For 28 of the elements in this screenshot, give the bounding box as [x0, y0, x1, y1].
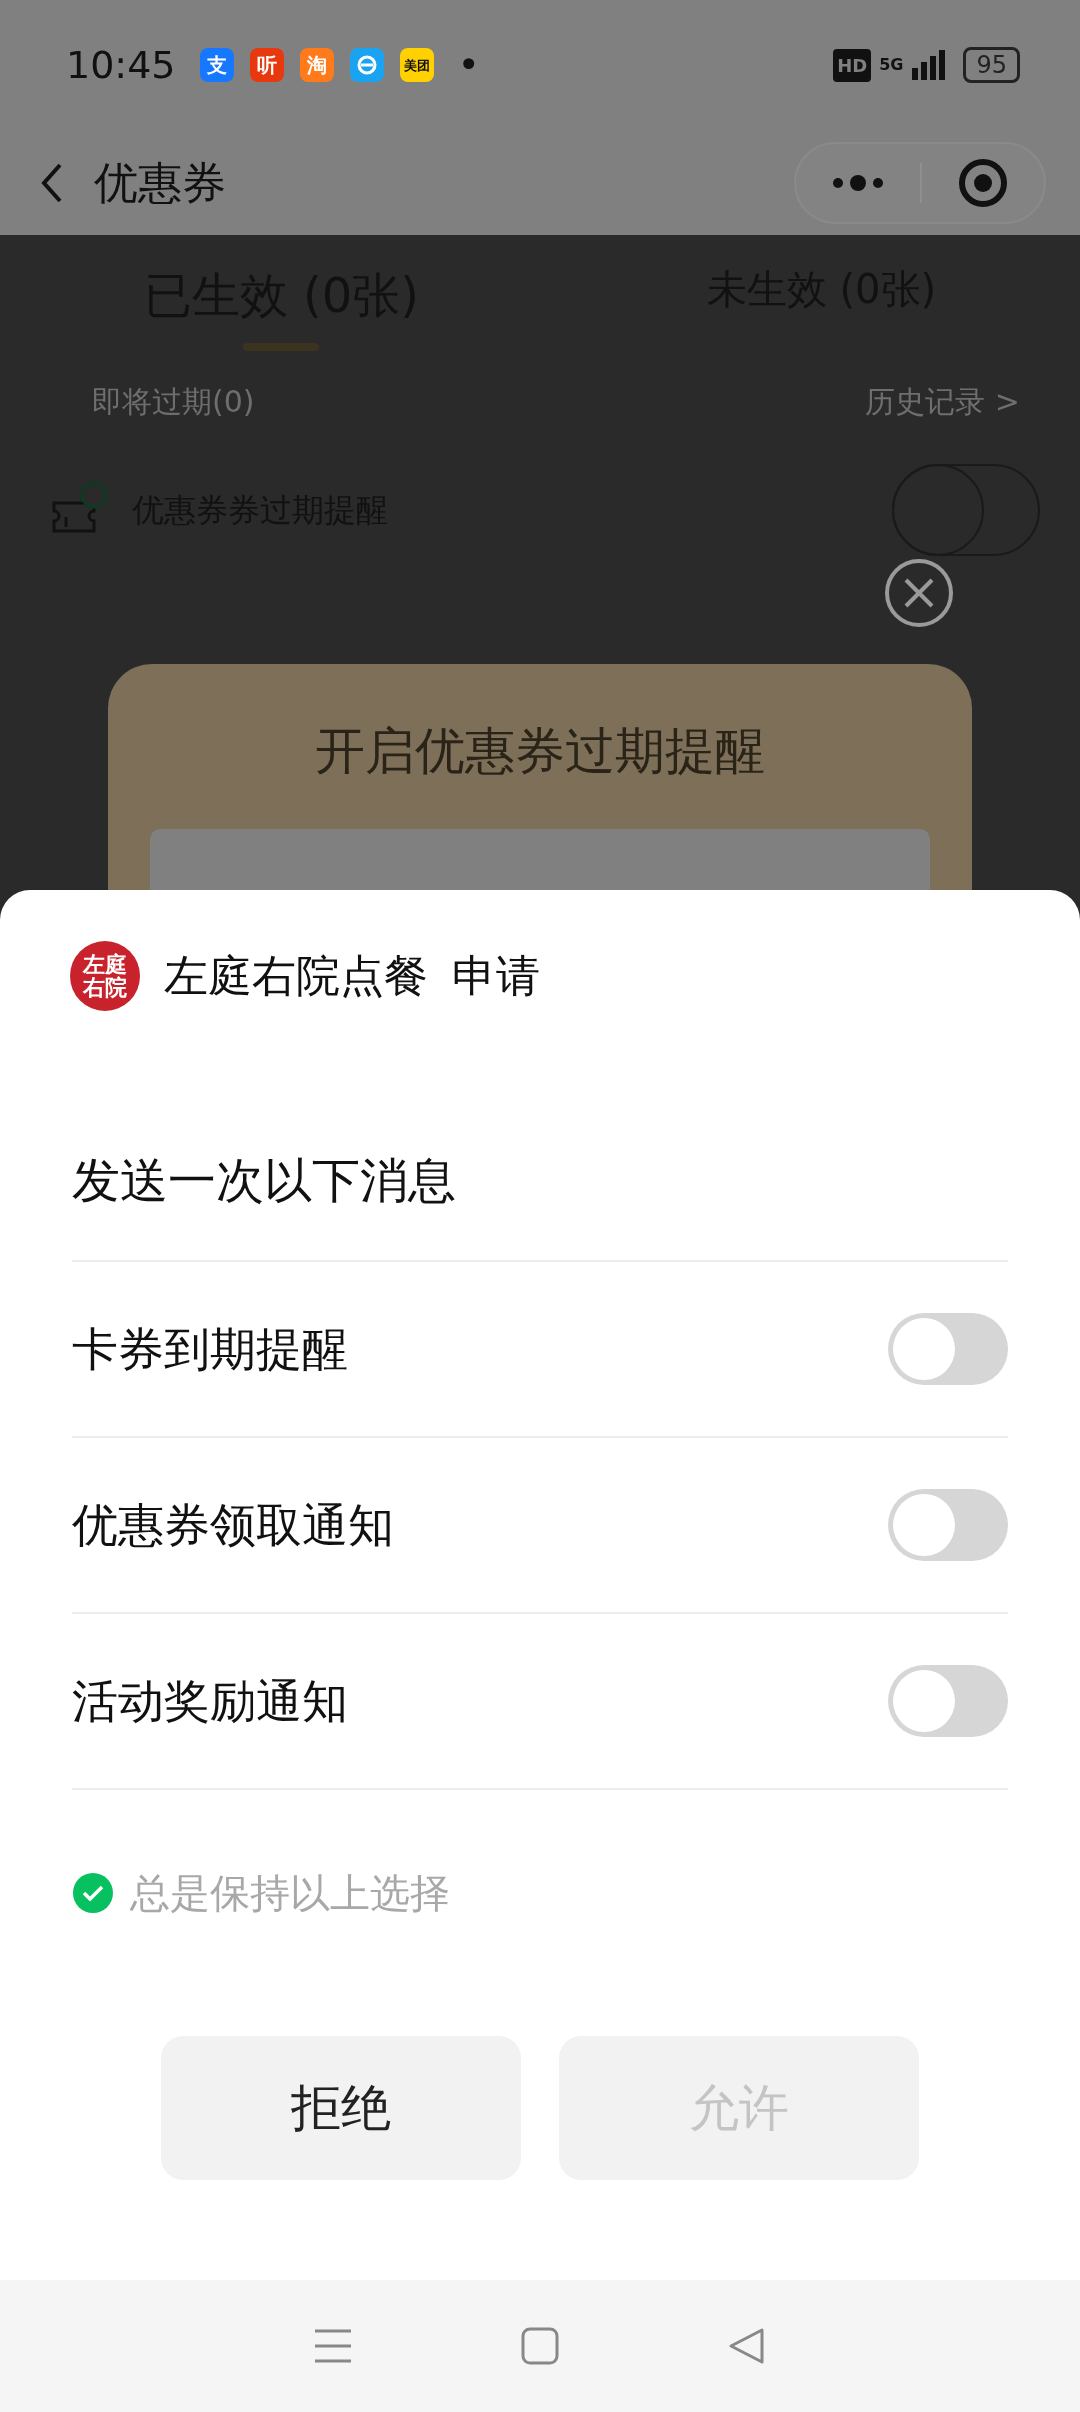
message-heading: 发送一次以下消息: [72, 1152, 456, 1208]
notification-icon: 美团: [399, 48, 434, 82]
notification-icon: 听: [249, 48, 284, 82]
app-logo: 左庭 右院: [70, 941, 140, 1011]
menu-icon[interactable]: [314, 2327, 353, 2365]
close-icon[interactable]: [884, 558, 954, 628]
page-title: 优惠券: [94, 155, 226, 210]
request-label: 申请: [452, 949, 540, 1003]
signal-icon: [911, 50, 948, 80]
hd-badge: HD: [833, 48, 872, 82]
status-time: 10:45: [66, 41, 176, 89]
notification-icon: 淘: [299, 48, 334, 82]
remember-choice-label: 总是保持以上选择: [130, 1869, 450, 1918]
network-type: 5G: [879, 54, 904, 76]
option-label: 卡券到期提醒: [72, 1320, 348, 1378]
app-name: 左庭右院点餐: [164, 949, 428, 1003]
home-icon[interactable]: [521, 2327, 559, 2365]
checkbox-icon[interactable]: [72, 1872, 114, 1914]
option-label: 活动奖励通知: [72, 1672, 348, 1730]
notification-icon: 支: [199, 48, 234, 82]
promo-title: 开启优惠券过期提醒: [315, 722, 765, 780]
history-link[interactable]: 历史记录 >: [865, 379, 1020, 424]
deny-button[interactable]: 拒绝: [161, 2036, 521, 2180]
battery-level: 95: [963, 47, 1020, 83]
back-icon[interactable]: [727, 2327, 766, 2365]
option-label: 优惠券领取通知: [72, 1496, 394, 1554]
expiring-count: 即将过期(0): [92, 383, 255, 421]
more-notifications-dot: •: [457, 41, 480, 89]
